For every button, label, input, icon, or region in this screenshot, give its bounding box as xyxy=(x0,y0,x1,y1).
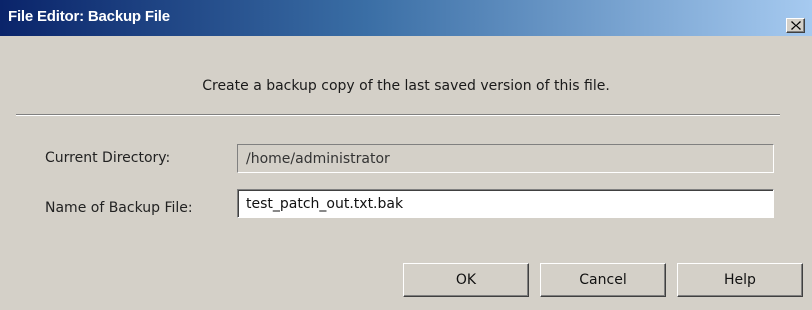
current-directory-field xyxy=(237,144,774,173)
window-title: File Editor: Backup File xyxy=(8,8,170,25)
divider xyxy=(16,114,780,116)
close-icon xyxy=(791,21,801,30)
close-button[interactable] xyxy=(786,18,805,33)
backup-file-name-input[interactable] xyxy=(237,189,774,218)
title-bar[interactable]: File Editor: Backup File xyxy=(0,0,812,36)
help-button[interactable]: Help xyxy=(677,263,803,297)
backup-file-name-label: Name of Backup File: xyxy=(45,200,193,216)
backup-file-dialog: File Editor: Backup File Create a backup… xyxy=(0,0,812,310)
current-directory-label: Current Directory: xyxy=(45,150,171,166)
dialog-description: Create a backup copy of the last saved v… xyxy=(202,78,610,94)
cancel-button[interactable]: Cancel xyxy=(540,263,666,297)
ok-button[interactable]: OK xyxy=(403,263,529,297)
